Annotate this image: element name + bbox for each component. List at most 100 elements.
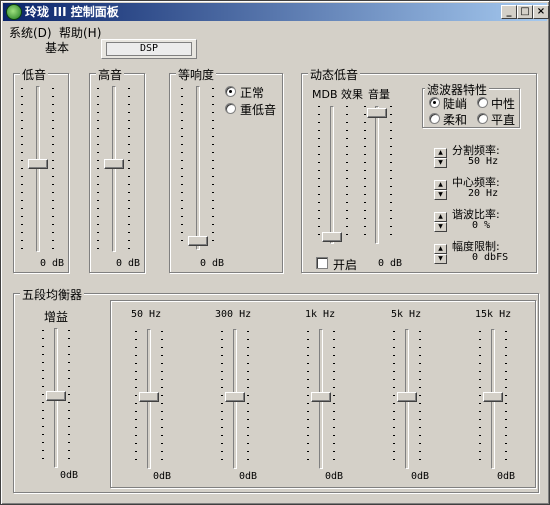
filter-neutral-label: 中性: [491, 97, 516, 111]
eq-band-label: 1k Hz: [305, 309, 336, 320]
bass-track: [36, 86, 40, 252]
control-panel-window: 玲珑 III 控制面板 _ □ × 系统(D) 帮助(H) 基本 DSP 低音 …: [0, 0, 550, 505]
minimize-button[interactable]: _: [501, 5, 517, 19]
eq-band-slider-thumb[interactable]: [311, 392, 331, 402]
loudness-track: [196, 86, 200, 250]
treble-group: 高音 0 dB: [89, 66, 145, 273]
eq-band-ticks-right: [419, 331, 421, 467]
filter-steep-label: 陡峭: [443, 97, 468, 111]
loudness-heavy-radio[interactable]: [225, 103, 236, 114]
mdb-enable-checkbox[interactable]: [316, 257, 328, 269]
loudness-normal-radio[interactable]: [225, 86, 236, 97]
app-icon: [6, 4, 22, 20]
eq-band-5khz: 5k Hz 0dB: [369, 301, 449, 489]
gain-ticks-left: [42, 330, 44, 466]
title-bar: 玲珑 III 控制面板 _ □ ×: [3, 3, 549, 21]
eq-band-ticks-right: [505, 331, 507, 467]
eq-band-label: 5k Hz: [391, 309, 422, 320]
loudness-normal-label: 正常: [240, 86, 265, 100]
eq-band-ticks-right: [161, 331, 163, 467]
mdb-ticks-left: [318, 106, 320, 242]
eq-band-slider-thumb[interactable]: [483, 392, 503, 402]
equalizer-title: 五段均衡器: [20, 286, 85, 303]
eq-band-ticks-left: [221, 331, 223, 467]
gain-value: 0dB: [60, 470, 79, 481]
eq-band-value: 0dB: [325, 471, 344, 482]
loudness-value: 0 dB: [200, 258, 225, 269]
eq-band-1khz: 1k Hz 0dB: [283, 301, 363, 489]
eq-band-label: 15k Hz: [475, 309, 512, 320]
eq-band-300hz: 300 Hz 0dB: [197, 301, 277, 489]
eq-band-ticks-left: [135, 331, 137, 467]
equalizer-bands-panel: 50 Hz 0dB 300 Hz 0dB 1k Hz 0dB 5k Hz 0dB…: [110, 300, 536, 488]
eq-band-ticks-left: [479, 331, 481, 467]
eq-band-slider-thumb[interactable]: [225, 392, 245, 402]
eq-band-slider-thumb[interactable]: [139, 392, 159, 402]
bass-ticks-right: [52, 88, 54, 250]
filter-soft-label: 柔和: [443, 113, 468, 127]
eq-band-ticks-right: [333, 331, 335, 467]
gain-ticks-right: [68, 330, 70, 466]
eq-band-slider-thumb[interactable]: [397, 392, 417, 402]
eq-band-value: 0dB: [239, 471, 258, 482]
bass-title: 低音: [20, 66, 49, 83]
volume-label: 音量: [368, 88, 390, 101]
treble-ticks-left: [97, 88, 99, 250]
eq-band-value: 0dB: [153, 471, 172, 482]
eq-band-label: 50 Hz: [131, 309, 162, 320]
mdb-track: [330, 106, 334, 244]
eq-band-ticks-left: [307, 331, 309, 467]
harmonic-ratio-spinner[interactable]: ▲ ▼: [434, 212, 447, 232]
eq-band-label: 300 Hz: [215, 309, 252, 320]
mdb-slider-thumb[interactable]: [322, 232, 342, 242]
filter-neutral-radio[interactable]: [477, 97, 488, 108]
bass-slider-thumb[interactable]: [28, 159, 48, 169]
treble-title: 高音: [96, 66, 125, 83]
mdb-ticks-right: [346, 106, 348, 242]
loudness-group: 等响度 正常 重低音 0 dB: [169, 66, 283, 273]
bass-ticks-left: [21, 88, 23, 250]
amplitude-limit-value: 0 dbFS: [472, 252, 509, 263]
eq-band-value: 0dB: [411, 471, 430, 482]
menu-bar: 系统(D) 帮助(H): [3, 22, 547, 40]
loudness-heavy-label: 重低音: [240, 103, 277, 117]
treble-value: 0 dB: [116, 258, 141, 269]
eq-band-15khz: 15k Hz 0dB: [455, 301, 535, 489]
loudness-ticks-right: [212, 88, 214, 248]
treble-track: [112, 86, 116, 252]
filter-soft-radio[interactable]: [429, 113, 440, 124]
loudness-ticks-left: [181, 88, 183, 248]
volume-track: [375, 106, 379, 244]
treble-ticks-right: [128, 88, 130, 250]
mdb-label: MDB 效果: [312, 88, 364, 101]
tab-dsp[interactable]: DSP: [101, 39, 197, 59]
eq-band-ticks-right: [247, 331, 249, 467]
dynamic-bass-value: 0 dB: [378, 258, 403, 269]
filter-flat-radio[interactable]: [477, 113, 488, 124]
tab-basic[interactable]: 基本: [37, 39, 77, 59]
filter-flat-label: 平直: [491, 113, 516, 127]
center-freq-spinner[interactable]: ▲ ▼: [434, 180, 447, 200]
maximize-button[interactable]: □: [517, 5, 533, 19]
gain-label: 增益: [44, 310, 69, 324]
eq-band-50hz: 50 Hz 0dB: [111, 301, 191, 489]
window-title: 玲珑 III 控制面板: [25, 5, 119, 19]
loudness-slider-thumb[interactable]: [188, 236, 208, 246]
treble-slider-thumb[interactable]: [104, 159, 124, 169]
eq-band-value: 0dB: [497, 471, 516, 482]
filter-group: 滤波器特性 陡峭 中性 柔和 平直: [422, 81, 520, 128]
amplitude-limit-spinner[interactable]: ▲ ▼: [434, 244, 447, 264]
crossover-spinner[interactable]: ▲ ▼: [434, 148, 447, 168]
filter-steep-radio[interactable]: [429, 97, 440, 108]
harmonic-ratio-value: 0 %: [472, 220, 491, 231]
eq-band-ticks-left: [393, 331, 395, 467]
crossover-value: 50 Hz: [468, 156, 499, 167]
mdb-enable-label: 开启: [333, 258, 358, 272]
dynamic-bass-title: 动态低音: [308, 66, 361, 83]
loudness-title: 等响度: [176, 66, 217, 83]
bass-group: 低音 0 dB: [13, 66, 69, 273]
tab-strip: 基本 DSP: [15, 39, 205, 59]
gain-slider-thumb[interactable]: [46, 391, 66, 401]
volume-slider-thumb[interactable]: [367, 108, 387, 118]
close-button[interactable]: ×: [533, 5, 549, 19]
